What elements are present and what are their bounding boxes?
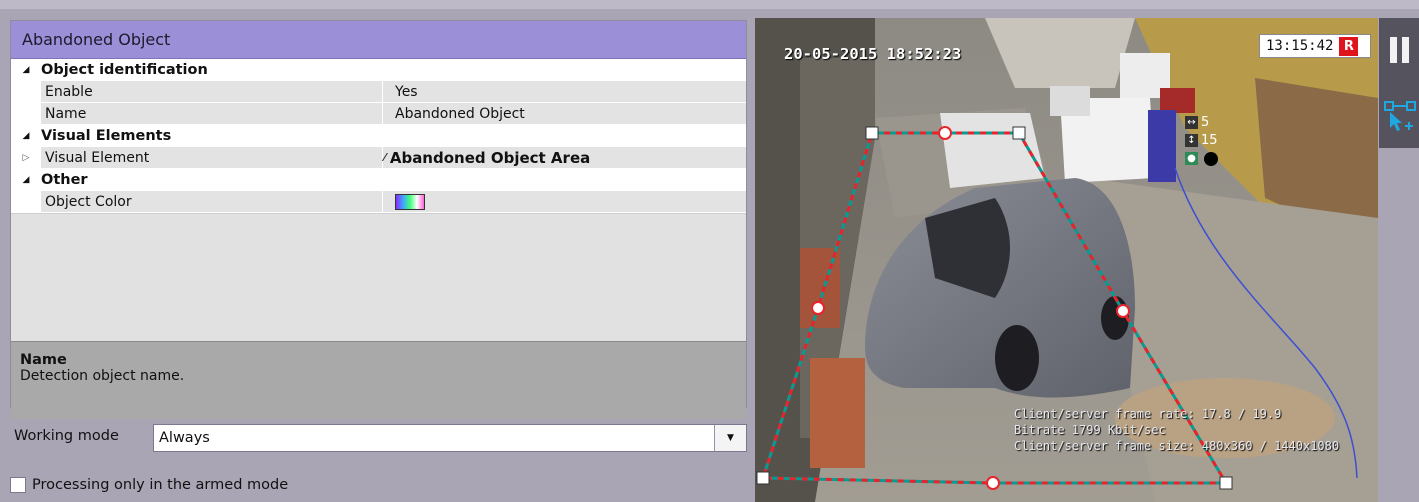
armed-mode-label: Processing only in the armed mode [32,477,289,493]
description-title: Name [20,352,67,368]
description-text: Detection object name. [20,368,185,384]
armed-mode-checkbox-row[interactable]: Processing only in the armed mode [10,477,288,493]
pause-icon[interactable] [1383,25,1415,75]
osd-timestamp: 20-05-2015 18:52:23 [784,45,962,63]
category-visual-elements[interactable]: ◢ Visual Elements [11,125,746,147]
visual-element-name: Abandoned Object Area [389,148,591,167]
properties-panel: Abandoned Object ◢ Object identification… [10,20,747,419]
property-value-visual-element[interactable]: ⁄ Abandoned Object Area [383,147,746,169]
collapse-triangle-icon[interactable]: ◢ [11,65,41,75]
property-key: Name [41,103,383,125]
working-mode-value: Always [159,430,210,446]
property-key: Object Color [41,191,383,213]
stat-frame-rate: Client/server frame rate: 17.8 / 19.9 [1014,407,1282,421]
category-object-identification[interactable]: ◢ Object identification [11,59,746,81]
edit-pen-icon[interactable]: ⁄ [384,151,386,164]
property-value-enable[interactable]: Yes [383,81,746,103]
camera-video-view[interactable]: 20-05-2015 18:52:23 13:15:42 R ↔ 5 ↕ 15 ● … [755,18,1378,502]
color-icon: ● [1185,152,1198,165]
panel-title: Abandoned Object [11,21,746,59]
object-width: 5 [1201,115,1210,130]
stream-stats: Client/server frame rate: 17.8 / 19.9 Bi… [1014,406,1339,454]
dropdown-arrow-icon[interactable]: ▼ [714,425,746,451]
object-color-dot [1204,151,1218,166]
recording-badge: R [1339,36,1359,56]
category-label: Other [41,172,88,188]
object-height: 15 [1201,133,1218,148]
clock-time: 13:15:42 [1266,38,1334,54]
add-visual-element-icon[interactable] [1381,90,1418,136]
property-row-enable[interactable]: Enable Yes [11,81,746,103]
property-value-object-color[interactable] [383,191,746,213]
collapse-triangle-icon[interactable]: ◢ [11,175,41,185]
color-swatch[interactable] [395,193,425,210]
width-icon: ↔ [1185,116,1198,129]
top-strip [0,0,1419,9]
height-icon: ↕ [1185,134,1198,147]
property-row-name[interactable]: Name Abandoned Object [11,103,746,125]
collapse-triangle-icon[interactable]: ◢ [11,131,41,141]
property-grid: ◢ Object identification Enable Yes Name … [11,59,746,341]
object-metadata: ↔ 5 ↕ 15 ● [1185,114,1218,168]
property-key: Enable [41,81,383,103]
property-key: Visual Element [41,147,383,169]
property-row-object-color[interactable]: Object Color [11,191,746,213]
expand-triangle-icon[interactable]: ▷ [11,147,41,169]
property-value-name[interactable]: Abandoned Object [383,103,746,125]
armed-mode-checkbox[interactable] [10,477,26,493]
category-other[interactable]: ◢ Other [11,169,746,191]
working-mode-select[interactable]: Always ▼ [153,424,747,452]
category-label: Object identification [41,62,208,78]
stat-bitrate: Bitrate 1799 Kbit/sec [1014,423,1166,437]
property-grid-empty-area [11,213,746,341]
stat-frame-size: Client/server frame size: 480x360 / 1440… [1014,439,1340,453]
working-mode-label: Working mode [14,428,119,444]
description-pane: Name Detection object name. [11,341,746,419]
category-label: Visual Elements [41,128,172,144]
archive-clock[interactable]: 13:15:42 R [1259,34,1371,58]
property-row-visual-element[interactable]: ▷ Visual Element ⁄ Abandoned Object Area [11,147,746,169]
